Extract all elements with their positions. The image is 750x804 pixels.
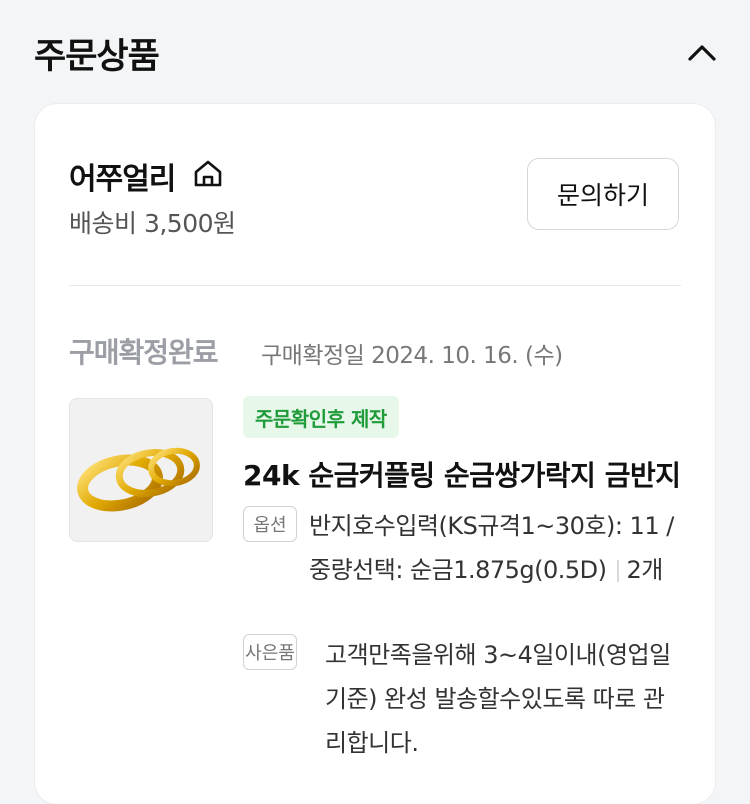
collapse-button[interactable] [682,36,722,68]
gift-tag: 사은품 [243,634,297,670]
shipping-fee: 배송비 3,500원 [69,209,236,238]
home-icon[interactable] [191,156,225,190]
order-card: 어쭈얼리 배송비 3,500원 문의하기 구매확정완료 구매확정일 2024. … [35,104,715,804]
section-header: 주문상품 [0,0,750,100]
chevron-up-icon [688,45,716,61]
product-image[interactable] [69,398,213,542]
made-to-order-badge: 주문확인후 제작 [243,396,399,438]
inquiry-button[interactable]: 문의하기 [527,158,679,230]
product-name[interactable]: 24k 순금커플링 순금쌍가락지 금반지 [243,454,683,494]
option-details: 반지호수입력(KS규격1~30호): 11 / 중량선택: 순금1.875g(0… [309,504,679,592]
confirm-date: 구매확정일 2024. 10. 16. (수) [261,343,563,369]
store-name[interactable]: 어쭈얼리 [69,154,176,198]
divider [69,285,681,286]
quantity-separator [616,560,619,582]
option-tag: 옵션 [243,506,297,542]
gold-rings-image [77,447,200,512]
quantity: 2개 [626,556,664,584]
option-text: 반지호수입력(KS규격1~30호): 11 / 중량선택: 순금1.875g(0… [309,512,674,584]
page-title: 주문상품 [34,37,160,77]
gift-text: 고객만족을위해 3~4일이내(영업일기준) 완성 발송할수있도록 따로 관리합니… [325,641,671,757]
order-status: 구매확정완료 [69,336,219,369]
